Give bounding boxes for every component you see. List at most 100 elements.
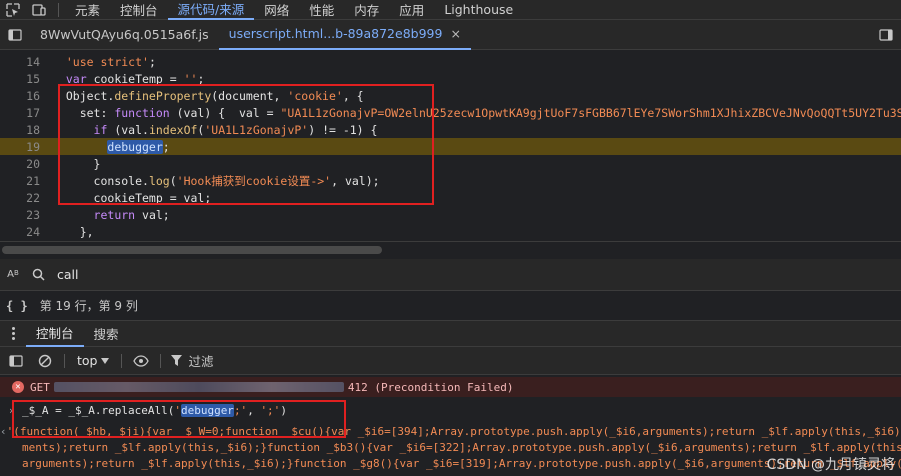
- line-number[interactable]: 21: [0, 174, 40, 188]
- source-file-tabs: 8WwVutQAyu6q.0515a6f.js userscript.html.…: [0, 20, 901, 50]
- code-line[interactable]: 15 var cookieTemp = '';: [0, 70, 901, 87]
- code-line[interactable]: 20 }: [0, 155, 901, 172]
- code-text: return val;: [93, 207, 170, 222]
- error-status: 412 (Precondition Failed): [347, 380, 514, 394]
- editor-status-bar: { } 第 19 行，第 9 列: [0, 291, 901, 321]
- console-result-text: '(function(_$hb,_$ji){var _$_W=0;functio…: [6, 424, 901, 438]
- toolbar-divider: [160, 353, 162, 368]
- code-text: console.log('Hook捕获到cookie设置->', val);: [52, 173, 380, 188]
- drawer-tab-console[interactable]: 控制台: [26, 321, 84, 347]
- console-sidebar-icon[interactable]: [0, 351, 32, 371]
- console-result-text: ments);return _$lf.apply(this,_$i6);}fun…: [22, 440, 901, 454]
- panel-tab-label: 网络: [264, 3, 290, 18]
- console-toolbar: top 过滤: [0, 347, 901, 375]
- code-line[interactable]: 24 },: [0, 223, 901, 240]
- panel-tab-label: Lighthouse: [444, 2, 514, 17]
- drawer-tab-label: 控制台: [36, 326, 74, 341]
- line-number[interactable]: 22: [0, 191, 40, 205]
- search-input[interactable]: call: [57, 267, 78, 282]
- inspect-element-icon[interactable]: [0, 0, 26, 20]
- code-text: debugger;: [107, 139, 170, 154]
- match-case-icon[interactable]: AB: [0, 269, 26, 280]
- panel-tabs: 元素 控制台 源代码/来源 网络 性能 内存 应用 Lighthouse: [65, 0, 523, 20]
- context-selector[interactable]: top: [71, 353, 115, 368]
- eye-icon[interactable]: [128, 351, 154, 371]
- context-label: top: [77, 353, 98, 368]
- clear-console-icon[interactable]: [32, 351, 58, 371]
- line-number[interactable]: 16: [0, 89, 40, 103]
- panel-tab-5[interactable]: 内存: [344, 0, 389, 20]
- code-line[interactable]: 18 if (val.indexOf('UA1L1zGonajvP') != -…: [0, 121, 901, 138]
- code-line[interactable]: 21 console.log('Hook捕获到cookie设置->', val)…: [0, 172, 901, 189]
- drawer-tab-label: 搜索: [93, 327, 119, 342]
- pretty-print-button[interactable]: { }: [6, 299, 28, 313]
- code-line[interactable]: 23 return val;: [0, 206, 901, 223]
- scrollbar-thumb[interactable]: [2, 246, 382, 254]
- file-tab-8wwvut[interactable]: 8WwVutQAyu6q.0515a6f.js: [30, 20, 219, 50]
- console-input-text: _$_A = _$_A.replaceAll('debugger;', ';'): [22, 403, 287, 417]
- error-icon: ✕: [12, 381, 24, 393]
- console-result-line: ‹ '(function(_$hb,_$ji){var _$_W=0;funct…: [0, 423, 901, 439]
- code-text: Object.defineProperty(document, 'cookie'…: [52, 88, 364, 103]
- console-result-line: ments);return _$lf.apply(this,_$i6);}fun…: [0, 439, 901, 455]
- close-icon[interactable]: ×: [450, 26, 460, 41]
- line-number[interactable]: 17: [0, 106, 40, 120]
- toggle-navigator-icon[interactable]: [0, 25, 30, 45]
- more-tabs-icon[interactable]: [0, 327, 26, 340]
- line-number[interactable]: 23: [0, 208, 40, 222]
- filter-input[interactable]: 过滤: [167, 351, 214, 370]
- code-text: 'use strict';: [65, 54, 156, 69]
- output-arrow-icon: ‹: [0, 424, 7, 438]
- drawer-tabs: 控制台 搜索: [0, 321, 901, 347]
- panel-tab-label: 内存: [354, 3, 380, 18]
- editor-horizontal-scrollbar[interactable]: [0, 241, 901, 259]
- panel-tab-3[interactable]: 网络: [254, 0, 299, 20]
- line-number[interactable]: 19: [0, 140, 40, 154]
- file-tab-label: userscript.html...b-89a872e8b999: [228, 26, 443, 41]
- filter-icon: [171, 355, 183, 366]
- line-number[interactable]: 15: [0, 72, 40, 86]
- code-text: cookieTemp = val;: [52, 190, 212, 205]
- panel-tab-label: 性能: [309, 3, 335, 18]
- line-number[interactable]: 14: [0, 55, 40, 69]
- file-tab-label: 8WwVutQAyu6q.0515a6f.js: [40, 27, 209, 42]
- code-line[interactable]: 14 'use strict';: [0, 53, 901, 70]
- file-tab-userscript[interactable]: userscript.html...b-89a872e8b999 ×: [218, 20, 471, 50]
- caret-down-icon: [101, 357, 110, 364]
- panel-tab-4[interactable]: 性能: [299, 0, 344, 20]
- panel-tab-1[interactable]: 控制台: [110, 0, 168, 20]
- toolbar-divider: [121, 353, 123, 368]
- drawer-tab-search[interactable]: 搜索: [84, 321, 129, 347]
- error-method: GET: [30, 380, 50, 394]
- code-line[interactable]: 19 debugger;: [0, 138, 901, 155]
- panel-tab-6[interactable]: 应用: [389, 0, 434, 20]
- panel-tab-7[interactable]: Lighthouse: [434, 0, 523, 20]
- line-number[interactable]: 18: [0, 123, 40, 137]
- code-text: if (val.indexOf('UA1L1zGonajvP') != -1) …: [93, 122, 378, 137]
- line-number[interactable]: 24: [0, 225, 40, 239]
- panel-tab-label: 控制台: [120, 3, 158, 18]
- search-bar: AB call: [0, 259, 901, 291]
- toggle-debugger-sidebar-icon[interactable]: [871, 25, 901, 45]
- watermark: CSDN @九月镇灵将: [766, 457, 895, 473]
- line-number[interactable]: 20: [0, 157, 40, 171]
- code-line[interactable]: 22 cookieTemp = val;: [0, 189, 901, 206]
- code-editor[interactable]: 14 'use strict'; 15 var cookieTemp = ''; 1…: [0, 51, 901, 241]
- panel-tab-0[interactable]: 元素: [65, 0, 110, 20]
- redacted-url: [53, 382, 344, 392]
- filter-placeholder: 过滤: [188, 354, 214, 369]
- code-line[interactable]: 16 Object.defineProperty(document, 'cook…: [0, 87, 901, 104]
- code-text: set: function (val) { val = "UA1L1zGonaj…: [52, 105, 901, 120]
- code-text: var cookieTemp = '';: [65, 71, 205, 86]
- device-toolbar-icon[interactable]: [26, 0, 52, 20]
- panel-tab-2[interactable]: 源代码/来源: [167, 0, 255, 20]
- cursor-position: 第 19 行，第 9 列: [39, 299, 138, 313]
- toolbar-divider: [64, 353, 65, 368]
- panel-tab-label: 源代码/来源: [177, 2, 245, 17]
- input-prompt-icon: ›: [7, 403, 15, 417]
- code-line[interactable]: 17 set: function (val) { val = "UA1L1zGo…: [0, 104, 901, 121]
- console-error-message: ✕ GET 412 (Precondition Failed): [0, 377, 901, 397]
- search-icon: [32, 268, 45, 281]
- toolbar-divider: [58, 2, 59, 17]
- code-text: }: [52, 156, 101, 171]
